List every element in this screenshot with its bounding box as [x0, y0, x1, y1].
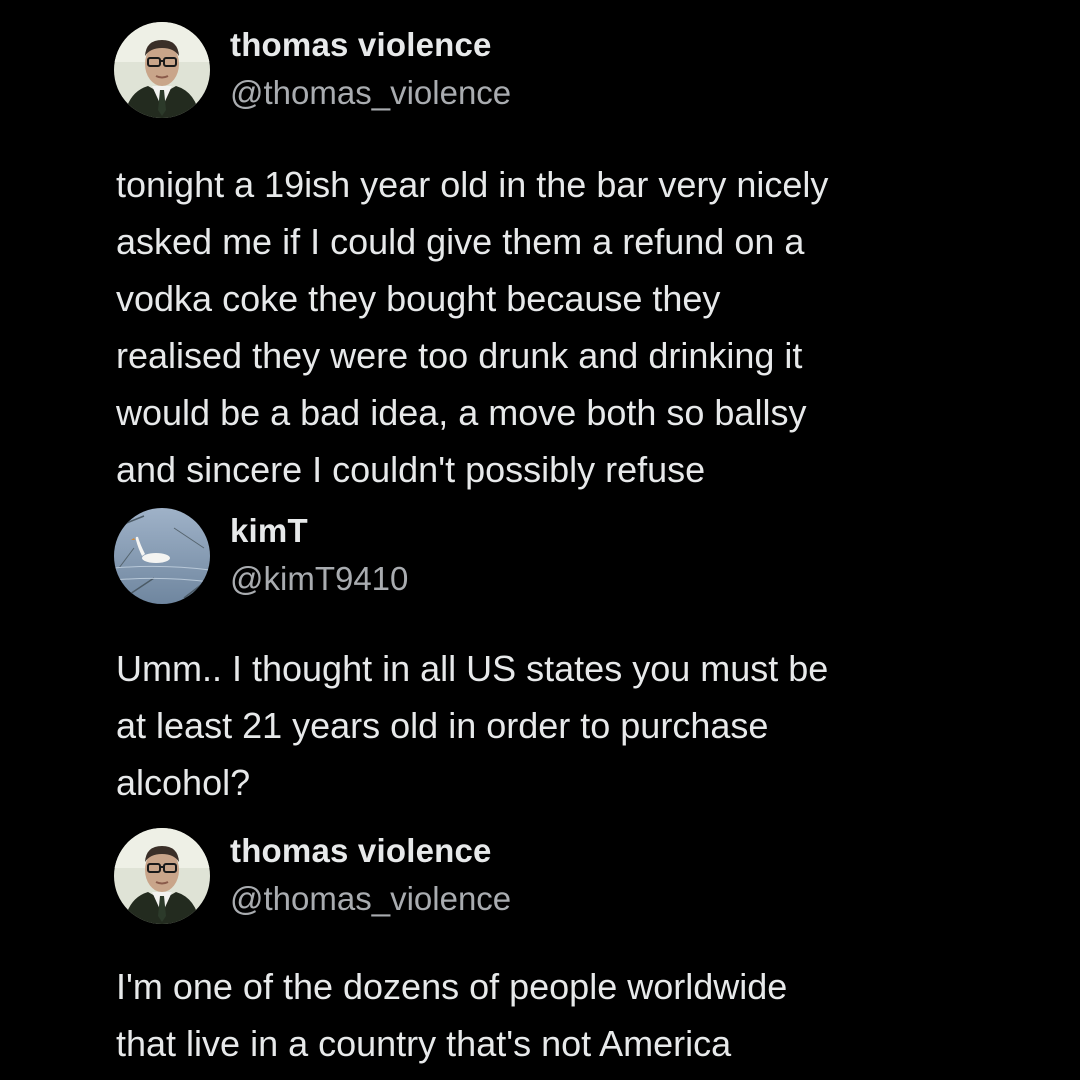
tweet-text-line: that live in a country that's not Americ… — [116, 1023, 732, 1064]
display-name[interactable]: thomas violence — [230, 832, 492, 870]
tweet-text-line: would be a bad idea, a move both so ball… — [116, 392, 807, 433]
tweet-text-line: and sincere I couldn't possibly refuse — [116, 449, 706, 490]
tweet: thomas violence @thomas_violence tonight… — [0, 22, 1080, 490]
tweet-header: thomas violence @thomas_violence — [0, 22, 1080, 122]
tweet-text-line: realised they were too drunk and drinkin… — [116, 335, 803, 376]
user-handle[interactable]: @thomas_violence — [230, 74, 511, 112]
tweet-text: tonight a 19ish year old in the bar very… — [116, 156, 1016, 498]
avatar[interactable] — [114, 828, 210, 924]
man-in-suit-icon — [114, 828, 210, 924]
tweet-text-line: I'm one of the dozens of people worldwid… — [116, 966, 788, 1007]
tweet-text-line: Umm.. I thought in all US states you mus… — [116, 648, 829, 689]
avatar[interactable] — [114, 508, 210, 604]
user-handle[interactable]: @kimT9410 — [230, 560, 408, 598]
tweet-header: kimT @kimT9410 — [0, 508, 1080, 608]
tweet-text-line: tonight a 19ish year old in the bar very… — [116, 164, 829, 205]
man-in-suit-icon — [114, 22, 210, 118]
user-handle[interactable]: @thomas_violence — [230, 880, 511, 918]
tweet: kimT @kimT9410 Umm.. I thought in all US… — [0, 508, 1080, 803]
display-name[interactable]: kimT — [230, 512, 308, 550]
swan-on-water-icon — [114, 508, 210, 604]
avatar[interactable] — [114, 22, 210, 118]
display-name[interactable]: thomas violence — [230, 26, 492, 64]
tweet: thomas violence @thomas_violence I'm one… — [0, 828, 1080, 1064]
tweet-text-line: asked me if I could give them a refund o… — [116, 221, 805, 262]
tweet-text-line: alcohol? — [116, 762, 251, 803]
tweet-text: Umm.. I thought in all US states you mus… — [116, 640, 1016, 811]
tweet-header: thomas violence @thomas_violence — [0, 828, 1080, 928]
tweet-text-line: at least 21 years old in order to purcha… — [116, 705, 769, 746]
tweet-text-line: vodka coke they bought because they — [116, 278, 721, 319]
tweet-text: I'm one of the dozens of people worldwid… — [116, 958, 1016, 1072]
